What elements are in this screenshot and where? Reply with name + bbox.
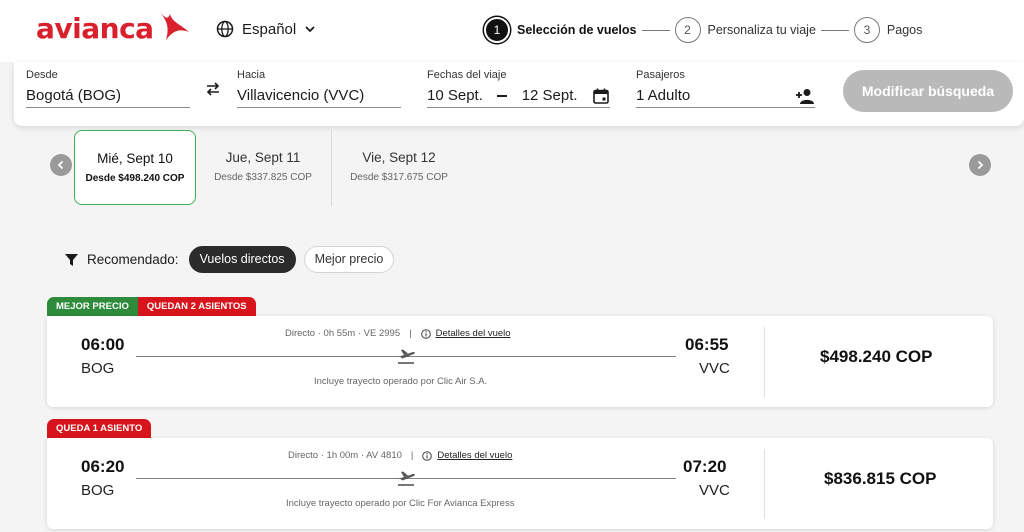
airplane-takeoff-icon	[398, 349, 415, 364]
date-tab-sept-11[interactable]: Jue, Sept 11 Desde $337.825 COP	[200, 130, 326, 205]
passengers-value[interactable]: 1 Adulto	[636, 84, 815, 108]
passengers-count: 1 Adulto	[636, 86, 691, 104]
flight-price[interactable]: $498.240 COP	[820, 347, 932, 367]
origin-value[interactable]: Bogotá (BOG)	[26, 84, 190, 108]
best-price-badge: MEJOR PRECIO	[47, 297, 138, 316]
language-selector[interactable]: Español	[216, 20, 316, 38]
step-label: Personaliza tu viaje	[707, 23, 816, 37]
booking-steps: 1 Selección de vuelos 2 Personaliza tu v…	[484, 17, 922, 43]
arrival-airport: VVC	[699, 360, 730, 377]
calendar-icon	[593, 88, 609, 104]
step-customize-trip: 2 Personaliza tu viaje	[674, 17, 816, 43]
chevron-down-icon	[305, 26, 315, 33]
date-to: 12 Sept.	[521, 86, 578, 104]
price-divider	[764, 449, 765, 519]
flight-details-link[interactable]: Detalles del vuelo	[437, 450, 512, 461]
passengers-label: Pasajeros	[636, 69, 685, 81]
departure-time: 06:00	[81, 335, 125, 354]
date-tab-title: Jue, Sept 11	[225, 150, 301, 165]
arrival-time: 06:55	[685, 335, 729, 354]
date-tab-title: Vie, Sept 12	[362, 150, 436, 165]
flight-summary: Directo · 1h 00m · AV 4810	[288, 450, 402, 461]
dates-value[interactable]: 10 Sept. 12 Sept.	[427, 84, 610, 108]
date-selector: Mié, Sept 10 Desde $498.240 COP Jue, Sep…	[0, 126, 1024, 208]
language-label: Español	[242, 20, 297, 38]
flight-price[interactable]: $836.815 COP	[824, 469, 936, 489]
operator-note: Incluye trayecto operado por Clic Air S.…	[314, 376, 488, 387]
step-number: 1	[484, 17, 510, 43]
airplane-takeoff-icon	[398, 471, 415, 486]
flight-summary: Directo · 0h 55m · VE 2995	[285, 328, 401, 339]
flight-info: Directo · 1h 00m · AV 4810 | Detalles de…	[288, 450, 512, 461]
info-icon	[420, 328, 431, 339]
origin-label: Desde	[26, 69, 58, 81]
dates-label: Fechas del viaje	[427, 69, 507, 81]
add-person-icon	[796, 88, 814, 104]
seats-left-badge: QUEDA 1 ASIENTO	[47, 419, 152, 438]
destination-field[interactable]: Hacia Villavicencio (VVC)	[237, 69, 401, 108]
departure-airport: BOG	[81, 360, 115, 377]
filter-icon	[65, 254, 78, 266]
avianca-logo[interactable]: avianca	[36, 11, 190, 45]
search-summary-bar: Desde Bogotá (BOG) Hacia Villavicencio (…	[14, 62, 1024, 126]
date-tab-title: Mié, Sept 10	[97, 151, 173, 166]
date-tab-price: Desde $498.240 COP	[85, 173, 185, 184]
destination-value[interactable]: Villavicencio (VVC)	[237, 84, 401, 108]
passengers-field[interactable]: Pasajeros 1 Adulto	[636, 69, 815, 108]
step-number: 3	[853, 17, 880, 43]
previous-dates-button[interactable]	[50, 154, 72, 176]
filter-best-price[interactable]: Mejor precio	[303, 246, 395, 273]
operator-note: Incluye trayecto operado por Clic For Av…	[286, 498, 515, 509]
globe-icon	[216, 20, 234, 38]
info-separator: |	[410, 450, 414, 461]
info-icon	[422, 450, 433, 461]
arrival-time: 07:20	[683, 457, 727, 476]
flight-badges: MEJOR PRECIO QUEDAN 2 ASIENTOS	[47, 297, 256, 316]
departure-time: 06:20	[81, 457, 125, 476]
travel-dates-field[interactable]: Fechas del viaje 10 Sept. 12 Sept.	[427, 69, 610, 108]
chevron-left-icon	[57, 160, 64, 170]
chevron-right-icon	[977, 160, 984, 170]
logo-bird-icon	[159, 11, 189, 40]
seats-left-badge: QUEDAN 2 ASIENTOS	[137, 297, 256, 316]
next-dates-button[interactable]	[969, 154, 991, 176]
flight-badges: QUEDA 1 ASIENTO	[47, 419, 152, 438]
origin-field[interactable]: Desde Bogotá (BOG)	[26, 69, 190, 108]
flight-card[interactable]: 06:00 BOG Directo · 0h 55m · VE 2995 | D…	[47, 316, 993, 407]
swap-icon[interactable]	[204, 80, 222, 98]
step-label: Selección de vuelos	[517, 23, 637, 37]
date-from: 10 Sept.	[427, 86, 483, 104]
date-tab-price: Desde $317.675 COP	[350, 172, 448, 183]
step-connector	[820, 29, 849, 31]
destination-label: Hacia	[237, 69, 266, 81]
price-divider	[764, 327, 765, 397]
step-payments: 3 Pagos	[853, 17, 923, 43]
flight-card[interactable]: 06:20 BOG Directo · 1h 00m · AV 4810 | D…	[47, 438, 993, 529]
date-tab-price: Desde $337.825 COP	[214, 172, 312, 183]
logo-wordmark: avianca	[36, 12, 154, 45]
info-separator: |	[409, 328, 412, 339]
filter-label: Recomendado:	[87, 252, 179, 267]
date-range-dash	[497, 94, 508, 97]
flight-info: Directo · 0h 55m · VE 2995 | Detalles de…	[285, 328, 511, 339]
modify-search-button[interactable]: Modificar búsqueda	[843, 70, 1013, 112]
step-flight-selection: 1 Selección de vuelos	[484, 17, 637, 43]
sort-filter-bar: Recomendado: Vuelos directos Mejor preci…	[64, 246, 395, 273]
step-label: Pagos	[886, 23, 923, 37]
date-tab-sept-10[interactable]: Mié, Sept 10 Desde $498.240 COP	[74, 130, 196, 205]
step-number: 2	[674, 17, 701, 43]
date-tab-divider	[331, 130, 332, 206]
top-header: avianca Español 1 Selección de vuelos 2 …	[0, 0, 1024, 62]
flight-details-link[interactable]: Detalles del vuelo	[436, 328, 511, 339]
filter-direct-flights[interactable]: Vuelos directos	[188, 246, 296, 273]
step-connector	[641, 29, 670, 31]
date-tab-sept-12[interactable]: Vie, Sept 12 Desde $317.675 COP	[334, 130, 464, 205]
departure-airport: BOG	[81, 482, 115, 499]
arrival-airport: VVC	[699, 482, 730, 499]
